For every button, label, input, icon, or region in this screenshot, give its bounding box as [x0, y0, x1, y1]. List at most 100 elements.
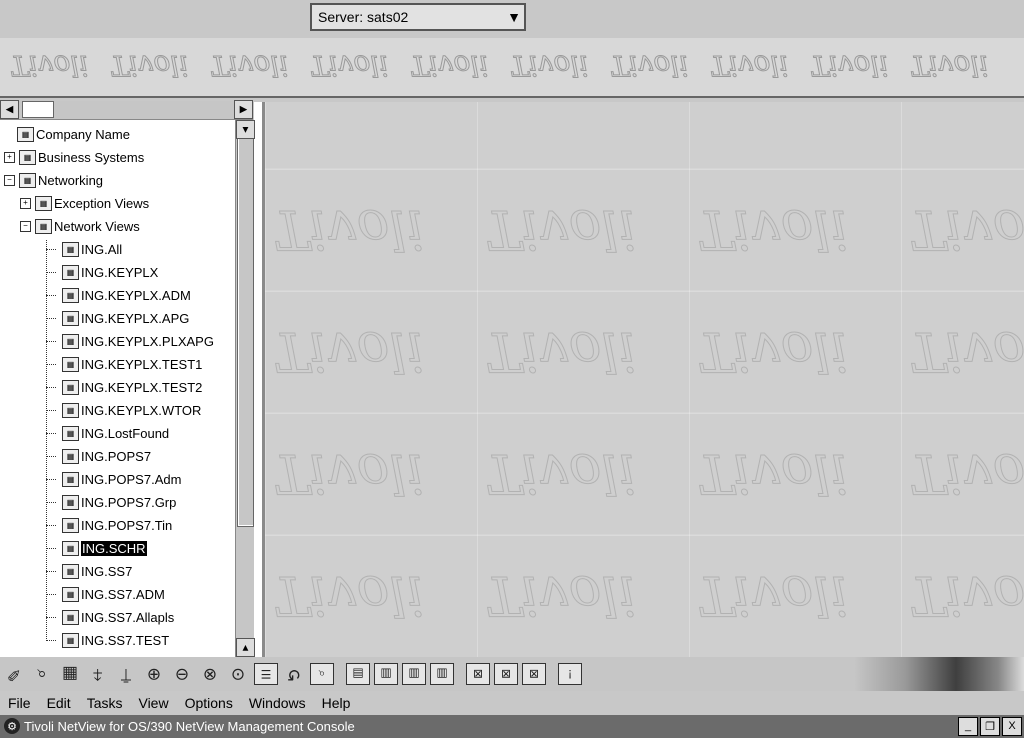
tree-item-label: Networking	[38, 173, 104, 189]
view-icon: ▦	[62, 564, 79, 580]
collapse-icon[interactable]: −	[4, 175, 15, 187]
tree-connector	[46, 594, 56, 596]
delete-icon[interactable]: ⊠	[466, 663, 490, 685]
tree-view-item[interactable]: ▦ ING.KEYPLX.ADM	[46, 286, 191, 306]
drag-icon[interactable]: ⌕	[30, 662, 54, 686]
tree-item-label: ING.SS7	[81, 564, 133, 580]
scroll-down-arrow[interactable]: ▼	[236, 638, 255, 657]
view-icon[interactable]: ▦	[58, 662, 82, 686]
tree-item-exception-views[interactable]: + ▦ Exception Views	[20, 194, 149, 214]
zoom-out-icon[interactable]: ⊖	[170, 662, 194, 686]
menu-help[interactable]: Help	[314, 695, 359, 711]
view-icon: ▦	[62, 518, 79, 534]
view-icon: ▦	[62, 242, 79, 258]
app-icon: ⚙	[4, 718, 20, 735]
scroll-right-arrow[interactable]: ▶	[234, 100, 253, 119]
app-window: ⚙ Tivoli NetView for OS/390 NetView Mana…	[0, 0, 1024, 738]
title-bar: ⚙ Tivoli NetView for OS/390 NetView Mana…	[0, 715, 1024, 738]
tree-guide-line	[46, 240, 47, 641]
window-controls: _ ❐ X	[958, 717, 1022, 736]
find-icon[interactable]: ⌕	[310, 663, 334, 685]
tree-horizontal-scrollbar[interactable]: ◀ ▶	[0, 100, 253, 120]
view-icon: ▦	[62, 633, 79, 649]
tree-connector	[46, 410, 56, 412]
tree-connector	[46, 502, 56, 504]
tree-view-item[interactable]: ▦ ING.KEYPLX.APG	[46, 309, 189, 329]
close-button[interactable]: X	[1002, 717, 1022, 736]
tree-view-item[interactable]: ▦ ING.KEYPLX.PLXAPG	[46, 332, 214, 352]
delete3-icon[interactable]: ⊠	[522, 663, 546, 685]
delete2-icon[interactable]: ⊠	[494, 663, 518, 685]
chevron-down-icon[interactable]: ▼	[504, 9, 524, 25]
tree-item-label: Company Name	[36, 127, 130, 143]
tree-view-item[interactable]: ▦ ING.POPS7.Tin	[46, 516, 172, 536]
tree-view-item[interactable]: ▦ ING.POPS7	[46, 447, 151, 467]
tree-view-item[interactable]: ▦ ING.SCHR	[46, 539, 147, 559]
restore-button[interactable]: ❐	[980, 717, 1000, 736]
menu-options[interactable]: Options	[177, 695, 241, 711]
tree-view-item[interactable]: ▦ ING.SS7.TEST	[46, 631, 169, 651]
tree-view-item[interactable]: ▦ ING.KEYPLX.WTOR	[46, 401, 201, 421]
expand-icon[interactable]: +	[20, 198, 31, 210]
layout-icon[interactable]: ▥	[374, 663, 398, 685]
hscroll-thumb[interactable]	[22, 101, 54, 118]
help-icon[interactable]: !	[558, 663, 582, 685]
minimize-button[interactable]: _	[958, 717, 978, 736]
up-icon[interactable]: ⍑	[114, 662, 138, 686]
locate-icon[interactable]: ⍏	[86, 662, 110, 686]
company-icon: ▦	[17, 127, 34, 143]
scroll-up-arrow[interactable]: ▲	[236, 120, 255, 139]
server-dropdown[interactable]: Server: sats02 ▼	[310, 3, 526, 31]
tree-connector	[46, 272, 56, 274]
tree-connector	[46, 640, 56, 642]
navigation-tree: ▦ Company Name + ▦ Business Systems − ▦ Network…	[0, 121, 234, 657]
list-icon[interactable]: ☰	[254, 663, 278, 685]
menu-view[interactable]: View	[130, 695, 176, 711]
layout3-icon[interactable]: ▥	[430, 663, 454, 685]
tree-item-company-name[interactable]: ▦ Company Name	[4, 125, 130, 145]
tree-view-item[interactable]: ▦ ING.KEYPLX.TEST1	[46, 355, 202, 375]
tree-item-network-views[interactable]: − ▦ Network Views	[20, 217, 140, 237]
zoom-in-icon[interactable]: ⊕	[142, 662, 166, 686]
tree-view-item[interactable]: ▦ ING.SS7	[46, 562, 132, 582]
tree-item-label: ING.KEYPLX.ADM	[81, 288, 191, 304]
view-icon: ▦	[62, 541, 79, 557]
refresh-icon[interactable]: ↻	[282, 662, 306, 686]
tree-connector	[46, 433, 56, 435]
tree-connector	[46, 341, 56, 343]
tree-item-label: ING.SS7.Allapls	[81, 610, 175, 626]
scroll-thumb[interactable]	[237, 125, 254, 527]
tree-connector	[46, 318, 56, 320]
expand-icon[interactable]: +	[4, 152, 15, 164]
tree-item-business-systems[interactable]: + ▦ Business Systems	[4, 148, 144, 168]
zoom-icon[interactable]: ⊙	[226, 662, 250, 686]
menu-edit[interactable]: Edit	[39, 695, 79, 711]
menu-windows[interactable]: Windows	[241, 695, 314, 711]
tree-view-item[interactable]: ▦ ING.POPS7.Grp	[46, 493, 176, 513]
tivoli-watermark: Tivoli	[273, 564, 425, 628]
tree-view-item[interactable]: ▦ ING.All	[46, 240, 122, 260]
select-icon[interactable]: ✎	[2, 662, 26, 686]
menu-tasks[interactable]: Tasks	[79, 695, 131, 711]
menu-file[interactable]: File	[0, 695, 39, 711]
layout2-icon[interactable]: ▥	[402, 663, 426, 685]
tree-connector	[46, 548, 56, 550]
tree-item-label: ING.KEYPLX	[81, 265, 159, 281]
zoom-fit-icon[interactable]: ⊗	[198, 662, 222, 686]
view-icon: ▦	[35, 196, 52, 212]
view-area[interactable]: Tivoli Tivoli Tivoli Tivoli Tivoli Tivol…	[265, 102, 1024, 657]
tree-item-networking[interactable]: − ▦ Networking	[4, 171, 103, 191]
tree-view-item[interactable]: ▦ ING.SS7.Allapls	[46, 608, 174, 628]
scroll-left-arrow[interactable]: ◀	[0, 100, 19, 119]
collapse-icon[interactable]: −	[20, 221, 31, 233]
tree-view-item[interactable]: ▦ ING.KEYPLX.TEST2	[46, 378, 202, 398]
tree-item-label: ING.POPS7	[81, 449, 152, 465]
tree-view-item[interactable]: ▦ ING.POPS7.Adm	[46, 470, 181, 490]
tree-vertical-scrollbar[interactable]: ▼ ▲	[235, 102, 255, 657]
toolbar: ✎ ⌕ ▦ ⍏ ⍑ ⊕ ⊖ ⊗ ⊙ ☰ ↻ ⌕ ▤ ▥ ▥ ▥ ⊠ ⊠ ⊠ !	[0, 656, 1024, 691]
tree-view-item[interactable]: ▦ ING.SS7.ADM	[46, 585, 165, 605]
properties-icon[interactable]: ▤	[346, 663, 370, 685]
tree-view-item[interactable]: ▦ ING.KEYPLX	[46, 263, 158, 283]
view-icon: ▦	[62, 311, 79, 327]
tree-view-item[interactable]: ▦ ING.LostFound	[46, 424, 169, 444]
